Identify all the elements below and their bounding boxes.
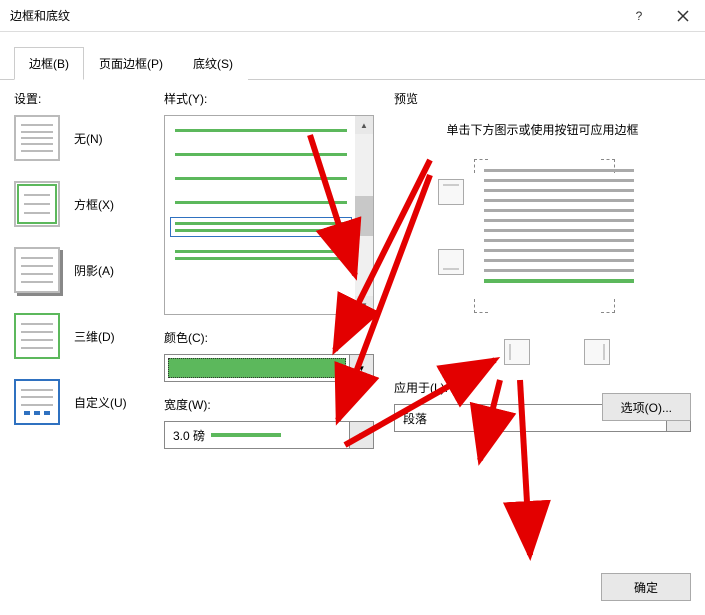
width-value: 3.0 磅 (165, 422, 349, 448)
border-top-button[interactable] (438, 179, 464, 205)
close-button[interactable] (661, 0, 705, 32)
setting-shadow-label: 阴影(A) (74, 262, 114, 279)
color-swatch (168, 358, 346, 378)
setting-none[interactable]: 无(N) (14, 115, 164, 161)
chevron-down-icon[interactable]: ▼ (349, 422, 373, 448)
style-option[interactable] (175, 198, 347, 204)
style-label: 样式(Y): (164, 90, 374, 107)
window-title: 边框和底纹 (10, 7, 617, 24)
style-option[interactable] (175, 150, 347, 156)
tab-bar: 边框(B) 页面边框(P) 底纹(S) (0, 32, 705, 80)
setting-custom[interactable]: 自定义(U) (14, 379, 164, 425)
tab-shading[interactable]: 底纹(S) (178, 47, 248, 80)
settings-label: 设置: (14, 90, 164, 107)
scroll-thumb[interactable] (355, 196, 373, 236)
chevron-down-icon[interactable]: ▼ (349, 355, 373, 381)
style-listbox[interactable]: ▲ ▼ (164, 115, 374, 315)
setting-threed-thumb (14, 313, 60, 359)
setting-threed-label: 三维(D) (74, 328, 115, 345)
scrollbar[interactable]: ▲ ▼ (355, 116, 373, 314)
tab-borders[interactable]: 边框(B) (14, 47, 84, 80)
setting-box-label: 方框(X) (74, 196, 114, 213)
style-option[interactable] (175, 174, 347, 180)
help-button[interactable]: ? (617, 0, 661, 32)
border-right-button[interactable] (584, 339, 610, 365)
crop-corner (474, 299, 488, 313)
preview-help-text: 单击下方图示或使用按钮可应用边框 (424, 121, 661, 139)
scroll-up-icon[interactable]: ▲ (355, 116, 373, 134)
style-option[interactable] (175, 250, 347, 260)
width-label: 宽度(W): (164, 396, 374, 413)
border-left-button[interactable] (504, 339, 530, 365)
setting-box-thumb (14, 181, 60, 227)
style-option-selected[interactable] (175, 222, 347, 232)
scroll-down-icon[interactable]: ▼ (355, 296, 373, 314)
setting-custom-thumb (14, 379, 60, 425)
setting-shadow[interactable]: 阴影(A) (14, 247, 164, 293)
setting-box[interactable]: 方框(X) (14, 181, 164, 227)
preview-document[interactable] (484, 169, 634, 283)
setting-none-thumb (14, 115, 60, 161)
window-titlebar: 边框和底纹 ? (0, 0, 705, 32)
setting-threed[interactable]: 三维(D) (14, 313, 164, 359)
crop-corner (601, 299, 615, 313)
setting-custom-label: 自定义(U) (74, 394, 127, 411)
close-icon (677, 10, 689, 22)
color-label: 颜色(C): (164, 329, 374, 346)
setting-shadow-thumb (14, 247, 60, 293)
color-dropdown[interactable]: ▼ (164, 354, 374, 382)
setting-none-label: 无(N) (74, 130, 103, 147)
tab-page-borders[interactable]: 页面边框(P) (84, 47, 178, 80)
width-dropdown[interactable]: 3.0 磅 ▼ (164, 421, 374, 449)
border-bottom-button[interactable] (438, 249, 464, 275)
ok-button[interactable]: 确定 (601, 573, 691, 601)
style-option[interactable] (175, 126, 347, 132)
preview-label: 预览 (394, 90, 691, 107)
options-button[interactable]: 选项(O)... (602, 393, 691, 421)
preview-area (424, 159, 661, 359)
